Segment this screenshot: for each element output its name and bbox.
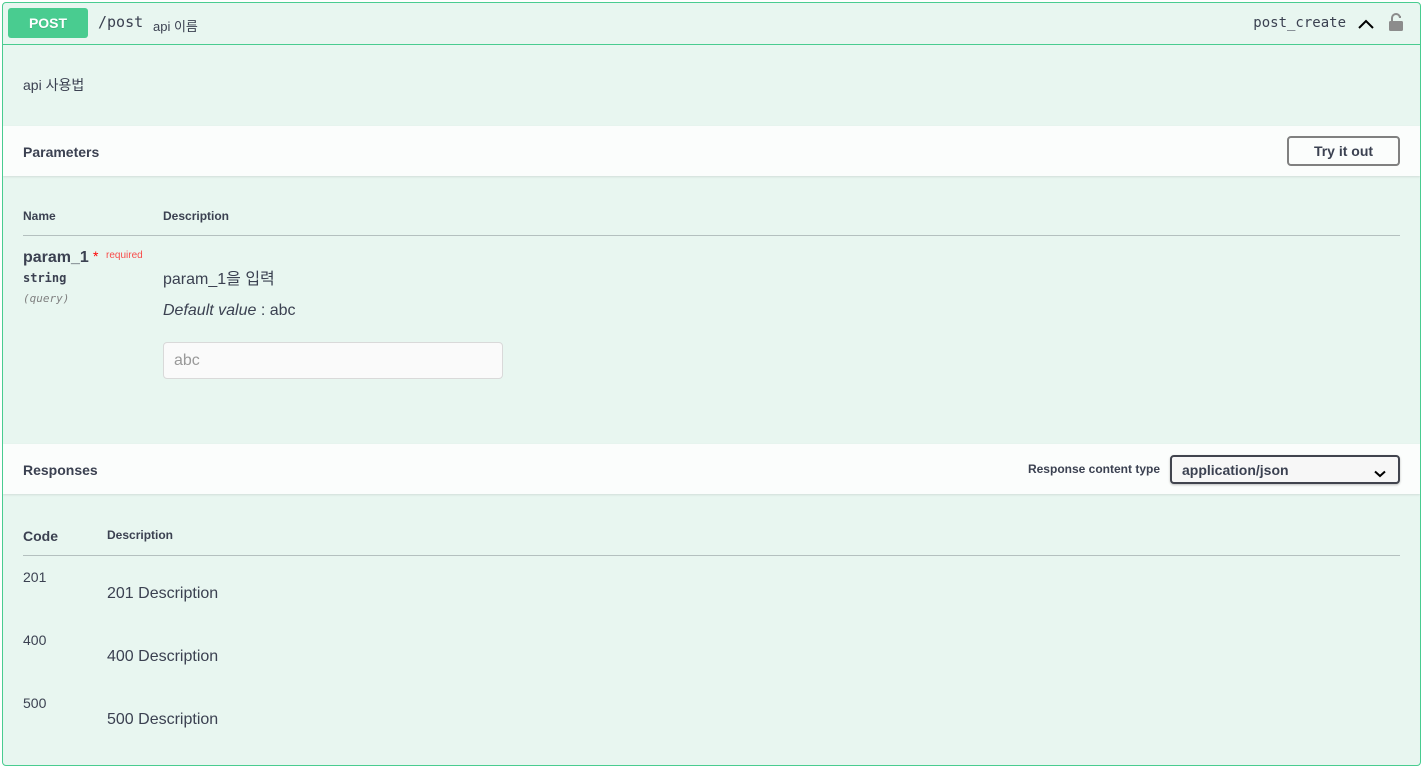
method-badge: POST: [8, 8, 88, 38]
response-content-type-select[interactable]: application/json: [1170, 455, 1400, 484]
parameters-title: Parameters: [23, 144, 100, 160]
parameter-default: Default value : abc: [163, 302, 296, 320]
response-code: 201: [23, 569, 47, 585]
try-it-out-button[interactable]: Try it out: [1287, 136, 1400, 166]
parameters-header: Parameters Try it out: [3, 126, 1420, 176]
param-1-input[interactable]: [163, 342, 503, 379]
default-value-label: Default value: [163, 302, 257, 319]
parameter-location: (query): [23, 292, 70, 305]
response-description: 201 Description: [107, 585, 219, 602]
responses-divider: [23, 555, 1400, 556]
response-content-type-value: application/json: [1182, 462, 1289, 478]
parameters-col-description: Description: [163, 209, 230, 223]
required-label: required: [106, 250, 143, 261]
operation-summary-description: api 이름: [153, 19, 198, 34]
parameter-description: param_1을 입력: [163, 271, 275, 288]
chevron-down-icon: [1374, 465, 1386, 478]
operation-description: api 사용법: [23, 77, 85, 93]
operation-id: post_create: [1253, 15, 1346, 31]
parameter-name: param_1: [23, 249, 89, 266]
default-value: abc: [269, 302, 296, 319]
operation-path: /post: [98, 13, 144, 31]
chevron-up-icon[interactable]: [1356, 15, 1376, 33]
lock-icon[interactable]: [1388, 12, 1404, 32]
responses-header: Responses Response content type applicat…: [3, 444, 1420, 494]
parameters-divider: [23, 235, 1400, 236]
default-value-separator: :: [256, 302, 270, 319]
parameters-col-name: Name: [23, 209, 56, 223]
operation-block-post: POST /post api 이름 post_create api 사용법 Pa…: [2, 2, 1421, 766]
response-code: 400: [23, 632, 47, 648]
responses-col-code: Code: [23, 528, 58, 544]
response-description: 400 Description: [107, 648, 219, 665]
operation-summary[interactable]: POST /post api 이름 post_create: [3, 3, 1420, 45]
required-star: *: [93, 248, 99, 264]
response-content-type-label: Response content type: [1027, 462, 1160, 476]
response-code: 500: [23, 695, 47, 711]
parameter-type: string: [23, 271, 67, 285]
response-description: 500 Description: [107, 711, 219, 728]
responses-title: Responses: [23, 462, 98, 478]
responses-col-description: Description: [107, 528, 174, 542]
